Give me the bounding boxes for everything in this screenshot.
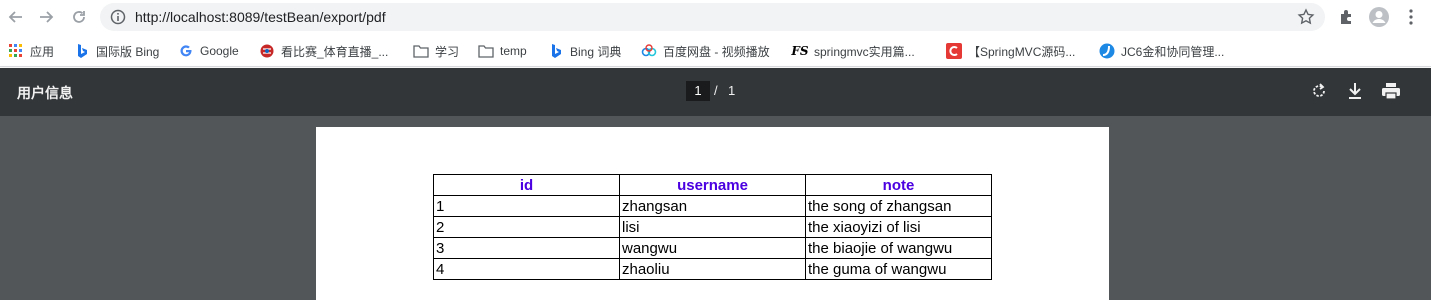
column-header-note: note xyxy=(805,174,992,196)
jc6-icon xyxy=(1099,43,1115,59)
bookmark-google[interactable]: Google xyxy=(178,41,239,61)
table-row: 4 zhaoliu the guma of wangwu xyxy=(433,258,992,280)
sports-icon xyxy=(259,43,275,59)
bookmark-folder-temp[interactable]: temp xyxy=(478,41,527,61)
star-icon[interactable] xyxy=(1297,8,1315,26)
bookmark-bing-dict[interactable]: Bing 词典 xyxy=(548,41,621,61)
bookmark-label: Google xyxy=(200,44,239,58)
bookmark-label: springmvc实用篇... xyxy=(814,44,915,59)
menu-icon[interactable] xyxy=(1400,6,1422,28)
cell-username: lisi xyxy=(619,216,806,238)
cell-note: the xiaoyizi of lisi xyxy=(805,216,992,238)
profile-icon[interactable] xyxy=(1368,6,1390,28)
baidu-cloud-icon xyxy=(641,43,657,59)
bing-icon xyxy=(74,43,90,59)
bookmark-folder-study[interactable]: 学习 xyxy=(413,41,459,61)
print-icon[interactable] xyxy=(1381,81,1401,101)
cell-note: the guma of wangwu xyxy=(805,258,992,280)
user-table: id username note 1 zhangsan the song of … xyxy=(433,174,992,280)
bookmark-springmvc-source[interactable]: 【SpringMVC源码... xyxy=(946,41,1075,61)
url-text[interactable]: http://localhost:8089/testBean/export/pd… xyxy=(135,9,386,25)
extensions-icon[interactable] xyxy=(1336,6,1358,28)
bing-icon xyxy=(548,43,564,59)
csdn-icon xyxy=(946,43,962,59)
rotate-icon[interactable] xyxy=(1309,81,1329,101)
bookmark-springmvc[interactable]: FS springmvc实用篇... xyxy=(791,41,915,61)
cell-username: wangwu xyxy=(619,237,806,259)
back-icon[interactable] xyxy=(4,5,28,29)
column-header-username: username xyxy=(619,174,806,196)
bookmark-label: 看比赛_体育直播_... xyxy=(281,44,389,59)
bookmark-label: 应用 xyxy=(30,44,55,59)
bookmark-jc6[interactable]: JC6金和协同管理... xyxy=(1099,41,1224,61)
page-number-input[interactable]: 1 xyxy=(686,81,710,101)
pdf-title: 用户信息 xyxy=(17,85,73,101)
table-row: 3 wangwu the biaojie of wangwu xyxy=(433,237,992,259)
apps-grid-icon xyxy=(8,43,24,59)
cell-username: zhaoliu xyxy=(619,258,806,280)
forward-icon[interactable] xyxy=(34,5,58,29)
table-row: 1 zhangsan the song of zhangsan xyxy=(433,195,992,217)
table-header-row: id username note xyxy=(433,174,992,196)
bookmark-label: JC6金和协同管理... xyxy=(1121,44,1225,59)
bookmarks-bar: 应用 国际版 Bing Google 看比赛_体育直播_... 学习 temp xyxy=(0,35,1431,67)
browser-toolbar: http://localhost:8089/testBean/export/pd… xyxy=(0,0,1431,35)
cell-id: 3 xyxy=(433,237,620,259)
bookmark-label: 百度网盘 - 视频播放 xyxy=(663,44,770,59)
download-icon[interactable] xyxy=(1345,81,1365,101)
folder-icon xyxy=(413,43,429,59)
cell-note: the biaojie of wangwu xyxy=(805,237,992,259)
google-icon xyxy=(178,43,194,59)
cell-id: 1 xyxy=(433,195,620,217)
page-separator: / xyxy=(714,83,718,98)
reload-icon[interactable] xyxy=(67,5,91,29)
cell-id: 4 xyxy=(433,258,620,280)
pdf-viewer: id username note 1 zhangsan the song of … xyxy=(0,116,1431,307)
cell-id: 2 xyxy=(433,216,620,238)
table-row: 2 lisi the xiaoyizi of lisi xyxy=(433,216,992,238)
bookmark-label: 【SpringMVC源码... xyxy=(968,44,1076,59)
column-header-id: id xyxy=(433,174,620,196)
page-total: 1 xyxy=(728,83,736,98)
cell-note: the song of zhangsan xyxy=(805,195,992,217)
bookmark-baidu-pan[interactable]: 百度网盘 - 视频播放 xyxy=(641,41,770,61)
bookmark-label: Bing 词典 xyxy=(570,44,622,59)
info-icon[interactable] xyxy=(110,9,126,25)
bookmark-label: temp xyxy=(500,44,527,58)
pdf-page: id username note 1 zhangsan the song of … xyxy=(316,127,1109,307)
bookmark-label: 学习 xyxy=(435,44,460,59)
address-bar[interactable]: http://localhost:8089/testBean/export/pd… xyxy=(100,3,1325,31)
bookmark-apps[interactable]: 应用 xyxy=(8,41,54,61)
cell-username: zhangsan xyxy=(619,195,806,217)
bookmark-label: 国际版 Bing xyxy=(96,44,160,59)
bookmark-sports[interactable]: 看比赛_体育直播_... xyxy=(259,41,388,61)
folder-icon xyxy=(478,43,494,59)
pdf-toolbar: 用户信息 1 / 1 xyxy=(0,68,1431,116)
fs-icon: FS xyxy=(791,44,809,58)
bookmark-bing-intl[interactable]: 国际版 Bing xyxy=(74,41,159,61)
